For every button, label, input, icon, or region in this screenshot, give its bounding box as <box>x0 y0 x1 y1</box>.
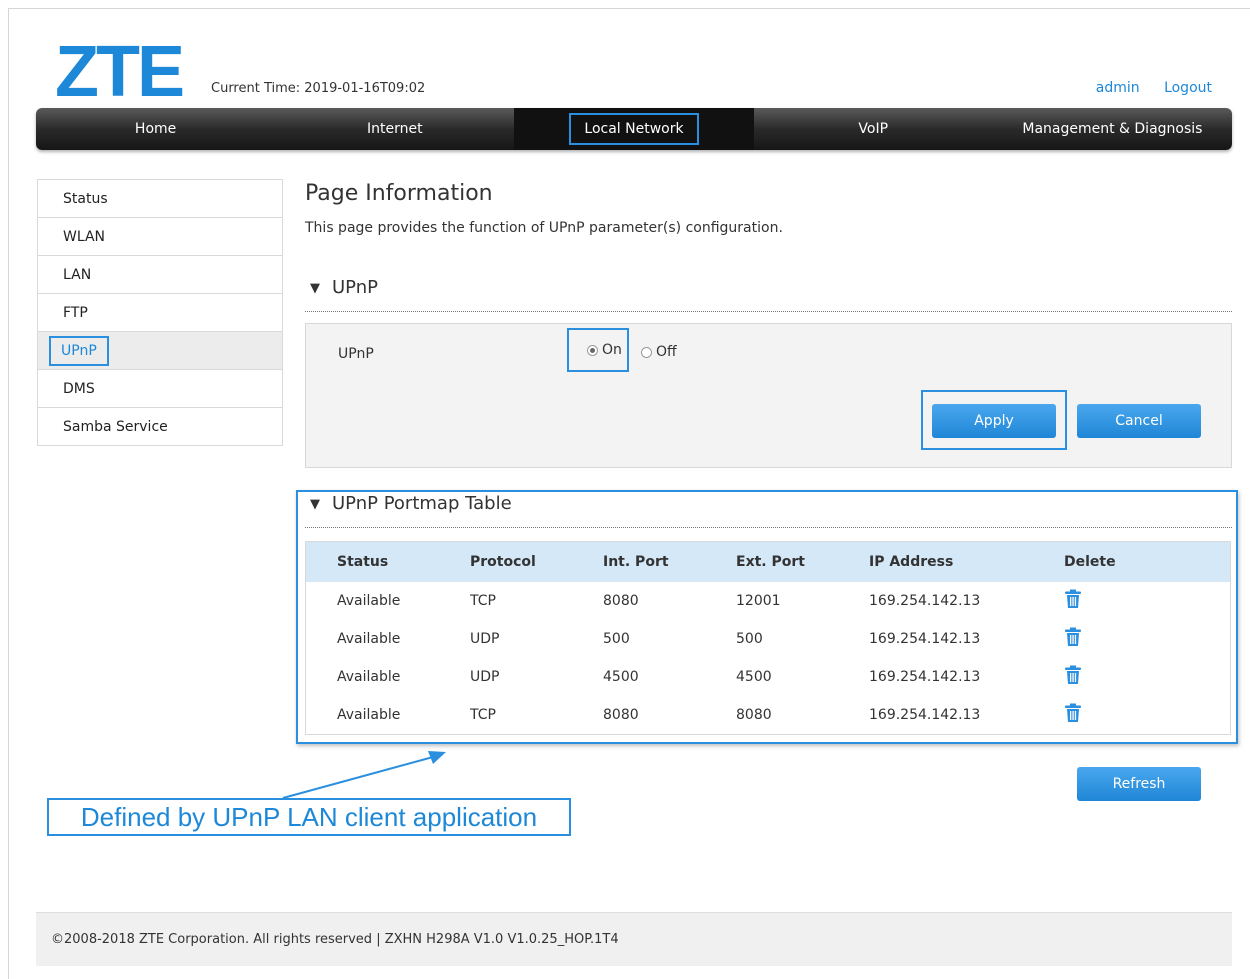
col-protocol: Protocol <box>470 542 603 582</box>
col-delete: Delete <box>1064 542 1230 582</box>
cell-status: Available <box>337 669 401 685</box>
cell-ext-port: 4500 <box>736 669 772 685</box>
nav-local-network[interactable]: Local Network <box>514 108 754 150</box>
table-row: Available UDP 4500 4500 169.254.142.13 <box>306 658 1230 696</box>
nav-label: Home <box>134 121 177 137</box>
table-row: Available TCP 8080 12001 169.254.142.13 <box>306 582 1230 620</box>
cell-protocol: TCP <box>470 707 496 723</box>
nav-home[interactable]: Home <box>36 108 275 150</box>
nav-label: Local Network <box>569 113 699 145</box>
cell-delete <box>1064 696 1230 734</box>
cell-delete <box>1064 620 1230 658</box>
cell-ip: 169.254.142.13 <box>869 707 981 723</box>
cell-status: Available <box>337 593 401 609</box>
section-title: UPnP <box>332 277 378 298</box>
window-frame-left <box>8 8 9 979</box>
nav-label: Internet <box>367 121 423 137</box>
sidebar: Status WLAN LAN FTP UPnP DMS Samba Servi… <box>37 179 283 446</box>
cell-ext-port: 8080 <box>736 707 772 723</box>
user-links: admin Logout <box>1076 80 1212 96</box>
table-row: Available UDP 500 500 169.254.142.13 <box>306 620 1230 658</box>
trash-icon[interactable] <box>1064 589 1082 613</box>
main-nav: Home Internet Local Network VoIP Managem… <box>36 108 1232 150</box>
radio-off[interactable] <box>641 346 652 358</box>
collapse-triangle-icon: ▼ <box>310 497 320 512</box>
sidebar-item-status[interactable]: Status <box>38 180 282 218</box>
window-frame-top <box>8 8 1250 9</box>
cancel-button[interactable]: Cancel <box>1077 404 1201 438</box>
cell-ip: 169.254.142.13 <box>869 669 981 685</box>
upnp-settings-panel: UPnP On Off Apply Cancel <box>305 323 1232 468</box>
cell-int-port: 4500 <box>603 669 639 685</box>
nav-label: Management & Diagnosis <box>1022 121 1203 137</box>
sidebar-item-label: UPnP <box>49 335 109 366</box>
cell-ext-port: 500 <box>736 631 763 647</box>
upnp-on-option[interactable]: On <box>567 328 629 372</box>
upnp-off-option[interactable]: Off <box>641 344 677 360</box>
col-int-port: Int. Port <box>603 542 736 582</box>
cell-delete <box>1064 658 1230 696</box>
apply-button[interactable]: Apply <box>932 404 1056 438</box>
logout-link[interactable]: Logout <box>1164 80 1212 96</box>
col-ip-address: IP Address <box>869 542 1064 582</box>
cell-protocol: UDP <box>470 669 500 685</box>
sidebar-item-ftp[interactable]: FTP <box>38 294 282 332</box>
trash-icon[interactable] <box>1064 703 1082 727</box>
cell-status: Available <box>337 707 401 723</box>
sidebar-item-lan[interactable]: LAN <box>38 256 282 294</box>
page-title: Page Information <box>305 181 493 206</box>
radio-on-label: On <box>602 342 622 358</box>
cell-protocol: TCP <box>470 593 496 609</box>
sidebar-item-samba-service[interactable]: Samba Service <box>38 408 282 446</box>
cell-int-port: 8080 <box>603 707 639 723</box>
page-description: This page provides the function of UPnP … <box>305 220 783 236</box>
annotation-callout: Defined by UPnP LAN client application <box>47 798 571 836</box>
portmap-table: Status Protocol Int. Port Ext. Port IP A… <box>305 541 1231 735</box>
footer: ©2008-2018 ZTE Corporation. All rights r… <box>36 912 1232 966</box>
table-header-row: Status Protocol Int. Port Ext. Port IP A… <box>306 542 1230 582</box>
col-ext-port: Ext. Port <box>736 542 869 582</box>
collapse-triangle-icon: ▼ <box>310 281 320 296</box>
admin-link[interactable]: admin <box>1096 80 1140 96</box>
radio-off-label: Off <box>656 344 677 360</box>
sidebar-item-dms[interactable]: DMS <box>38 370 282 408</box>
col-status: Status <box>306 542 470 582</box>
zte-logo: ZTE <box>55 32 185 112</box>
nav-management-diagnosis[interactable]: Management & Diagnosis <box>993 108 1232 150</box>
upnp-field-label: UPnP <box>338 346 374 362</box>
cell-status: Available <box>337 631 401 647</box>
nav-internet[interactable]: Internet <box>275 108 514 150</box>
current-time: Current Time: 2019-01-16T09:02 <box>211 81 426 96</box>
upnp-section-header[interactable]: ▼ UPnP <box>305 277 1232 312</box>
cell-int-port: 8080 <box>603 593 639 609</box>
cell-ext-port: 12001 <box>736 593 781 609</box>
portmap-section-header[interactable]: ▼ UPnP Portmap Table <box>305 493 1232 528</box>
sidebar-item-wlan[interactable]: WLAN <box>38 218 282 256</box>
trash-icon[interactable] <box>1064 665 1082 689</box>
cell-delete <box>1064 582 1230 620</box>
refresh-button[interactable]: Refresh <box>1077 767 1201 801</box>
cell-int-port: 500 <box>603 631 630 647</box>
section-title: UPnP Portmap Table <box>332 493 512 514</box>
radio-on[interactable] <box>587 344 598 356</box>
cell-ip: 169.254.142.13 <box>869 631 981 647</box>
nav-voip[interactable]: VoIP <box>754 108 993 150</box>
sidebar-item-upnp[interactable]: UPnP <box>38 332 282 370</box>
cell-protocol: UDP <box>470 631 500 647</box>
nav-label: VoIP <box>858 121 889 137</box>
cell-ip: 169.254.142.13 <box>869 593 981 609</box>
table-row: Available TCP 8080 8080 169.254.142.13 <box>306 696 1230 734</box>
trash-icon[interactable] <box>1064 627 1082 651</box>
